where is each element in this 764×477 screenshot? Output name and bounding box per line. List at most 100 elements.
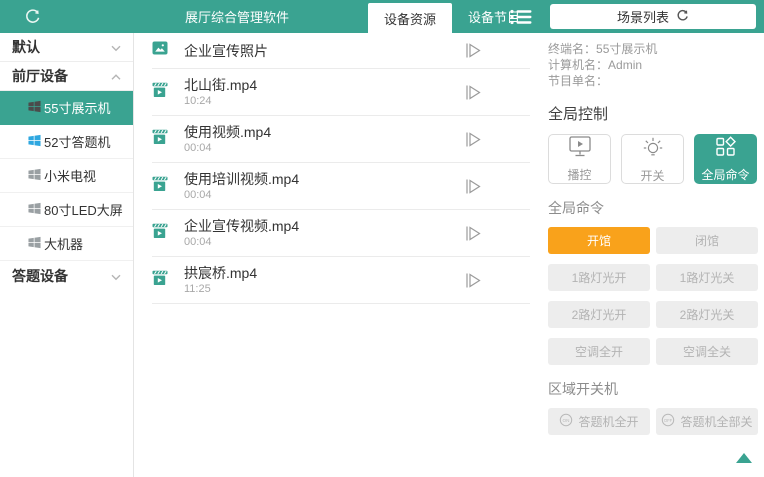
media-row[interactable]: 使用培训视频.mp4 00:04 [152, 163, 530, 210]
media-row[interactable]: 使用视频.mp4 00:04 [152, 116, 530, 163]
media-name: 使用培训视频.mp4 [184, 171, 464, 187]
media-name: 拱宸桥.mp4 [184, 265, 464, 281]
terminal-name-value: 55寸展示机 [596, 42, 657, 56]
light1-on-button[interactable]: 1路灯光开 [548, 264, 650, 291]
global-command-button[interactable]: 全局命令 [694, 134, 757, 184]
media-row[interactable]: 拱宸桥.mp4 11:25 [152, 257, 530, 304]
group-label: 答题设备 [12, 266, 68, 286]
video-file-icon [152, 129, 168, 150]
quiz-machines-all-on-button[interactable]: ON 答题机全开 [548, 408, 650, 435]
media-name: 使用视频.mp4 [184, 124, 464, 140]
page-title: 展厅综合管理软件 [185, 0, 289, 33]
broadcast-control-label: 播控 [567, 166, 591, 183]
main-layout: 默认 前厅设备 55寸展示机 [0, 33, 764, 477]
device-sidebar: 默认 前厅设备 55寸展示机 [0, 33, 134, 477]
power-off-icon: OFF [661, 413, 675, 430]
broadcast-control-button[interactable]: 播控 [548, 134, 611, 184]
windows-logo-icon [28, 100, 41, 116]
media-row[interactable]: 北山街.mp4 10:24 [152, 69, 530, 116]
media-name: 企业宣传照片 [184, 43, 464, 59]
sidebar-group-default[interactable]: 默认 [0, 33, 133, 62]
media-row[interactable]: 企业宣传视频.mp4 00:04 [152, 210, 530, 257]
sidebar-group-quiz-devices[interactable]: 答题设备 [0, 261, 133, 290]
open-hall-button[interactable]: 开馆 [548, 227, 650, 254]
windows-logo-icon [28, 134, 41, 150]
global-commands-heading: 全局命令 [548, 198, 758, 218]
video-file-icon [152, 82, 168, 103]
list-menu-icon[interactable] [510, 9, 532, 30]
image-file-icon [152, 40, 168, 61]
light2-off-button[interactable]: 2路灯光关 [656, 301, 758, 328]
media-duration: 11:25 [184, 283, 464, 295]
global-command-label: 全局命令 [701, 166, 749, 183]
power-on-icon: ON [559, 413, 573, 430]
media-text: 企业宣传视频.mp4 00:04 [184, 218, 464, 248]
area-power-heading: 区域开关机 [548, 379, 758, 399]
sidebar-item-xiaomi-tv[interactable]: 小米电视 [0, 159, 133, 193]
global-command-grid: 开馆 闭馆 1路灯光开 1路灯光关 2路灯光开 2路灯光关 空调全开 空调全关 [548, 227, 758, 365]
sidebar-item-80inch-led[interactable]: 80寸LED大屏 [0, 193, 133, 227]
area-power-grid: ON 答题机全开 OFF 答题机全部关 [548, 408, 758, 435]
ac-all-on-button[interactable]: 空调全开 [548, 338, 650, 365]
media-text: 企业宣传照片 [184, 43, 464, 59]
sidebar-item-big-machine[interactable]: 大机器 [0, 227, 133, 261]
close-hall-button[interactable]: 闭馆 [656, 227, 758, 254]
svg-text:ON: ON [563, 418, 570, 423]
svg-text:OFF: OFF [664, 418, 673, 423]
media-text: 使用培训视频.mp4 00:04 [184, 171, 464, 201]
media-text: 使用视频.mp4 00:04 [184, 124, 464, 154]
device-label: 80寸LED大屏 [44, 200, 123, 219]
play-button[interactable] [464, 131, 482, 148]
chevron-down-icon [111, 39, 121, 55]
chevron-down-icon [111, 268, 121, 284]
video-file-icon [152, 270, 168, 291]
chevron-up-icon [111, 68, 121, 84]
refresh-circle-icon[interactable] [24, 8, 41, 25]
light2-on-button[interactable]: 2路灯光开 [548, 301, 650, 328]
sidebar-item-55inch-display[interactable]: 55寸展示机 [0, 91, 133, 125]
scene-list-button[interactable]: 场景列表 [550, 4, 756, 29]
windows-logo-icon [28, 236, 41, 252]
device-label: 55寸展示机 [44, 98, 110, 117]
sidebar-item-52inch-quiz[interactable]: 52寸答题机 [0, 125, 133, 159]
sidebar-group-front-hall[interactable]: 前厅设备 [0, 62, 133, 91]
scene-list-label: 场景列表 [617, 7, 669, 26]
group-label: 默认 [12, 37, 40, 57]
video-file-icon [152, 176, 168, 197]
media-duration: 10:24 [184, 95, 464, 107]
device-label: 小米电视 [44, 166, 96, 185]
quiz-machines-all-off-button[interactable]: OFF 答题机全部关 [656, 408, 758, 435]
device-label: 大机器 [44, 234, 83, 253]
play-button[interactable] [464, 272, 482, 289]
media-duration: 00:04 [184, 142, 464, 154]
windows-logo-icon [28, 202, 41, 218]
power-switch-label: 开关 [640, 167, 664, 184]
scroll-to-top-arrow[interactable] [736, 453, 752, 463]
media-duration: 00:04 [184, 189, 464, 201]
shapes-icon [715, 136, 737, 161]
terminal-name-line: 终端名：55寸展示机 [548, 41, 758, 57]
playlist-name-line: 节目单名： [548, 73, 758, 89]
tab-device-resources[interactable]: 设备资源 [368, 3, 452, 33]
play-button[interactable] [464, 42, 482, 59]
media-row[interactable]: 企业宣传照片 [152, 33, 530, 69]
refresh-icon [676, 9, 689, 25]
windows-logo-icon [28, 168, 41, 184]
video-file-icon [152, 223, 168, 244]
app-header: 展厅综合管理软件 设备资源 设备节目 场景列表 [0, 0, 764, 33]
play-button[interactable] [464, 178, 482, 195]
global-control-buttons: 播控 开关 [548, 134, 758, 184]
ac-all-off-button[interactable]: 空调全关 [656, 338, 758, 365]
light1-off-button[interactable]: 1路灯光关 [656, 264, 758, 291]
device-label: 52寸答题机 [44, 132, 110, 151]
device-control-panel: 终端名：55寸展示机 计算机名：Admin 节目单名： 全局控制 播控 [530, 33, 764, 477]
quiz-all-on-label: 答题机全开 [578, 413, 638, 430]
power-switch-button[interactable]: 开关 [621, 134, 684, 184]
quiz-all-off-label: 答题机全部关 [680, 413, 752, 430]
play-button[interactable] [464, 225, 482, 242]
media-text: 北山街.mp4 10:24 [184, 77, 464, 107]
media-duration: 00:04 [184, 236, 464, 248]
bulb-icon [641, 135, 665, 162]
play-button[interactable] [464, 84, 482, 101]
computer-name-value: Admin [608, 58, 642, 72]
